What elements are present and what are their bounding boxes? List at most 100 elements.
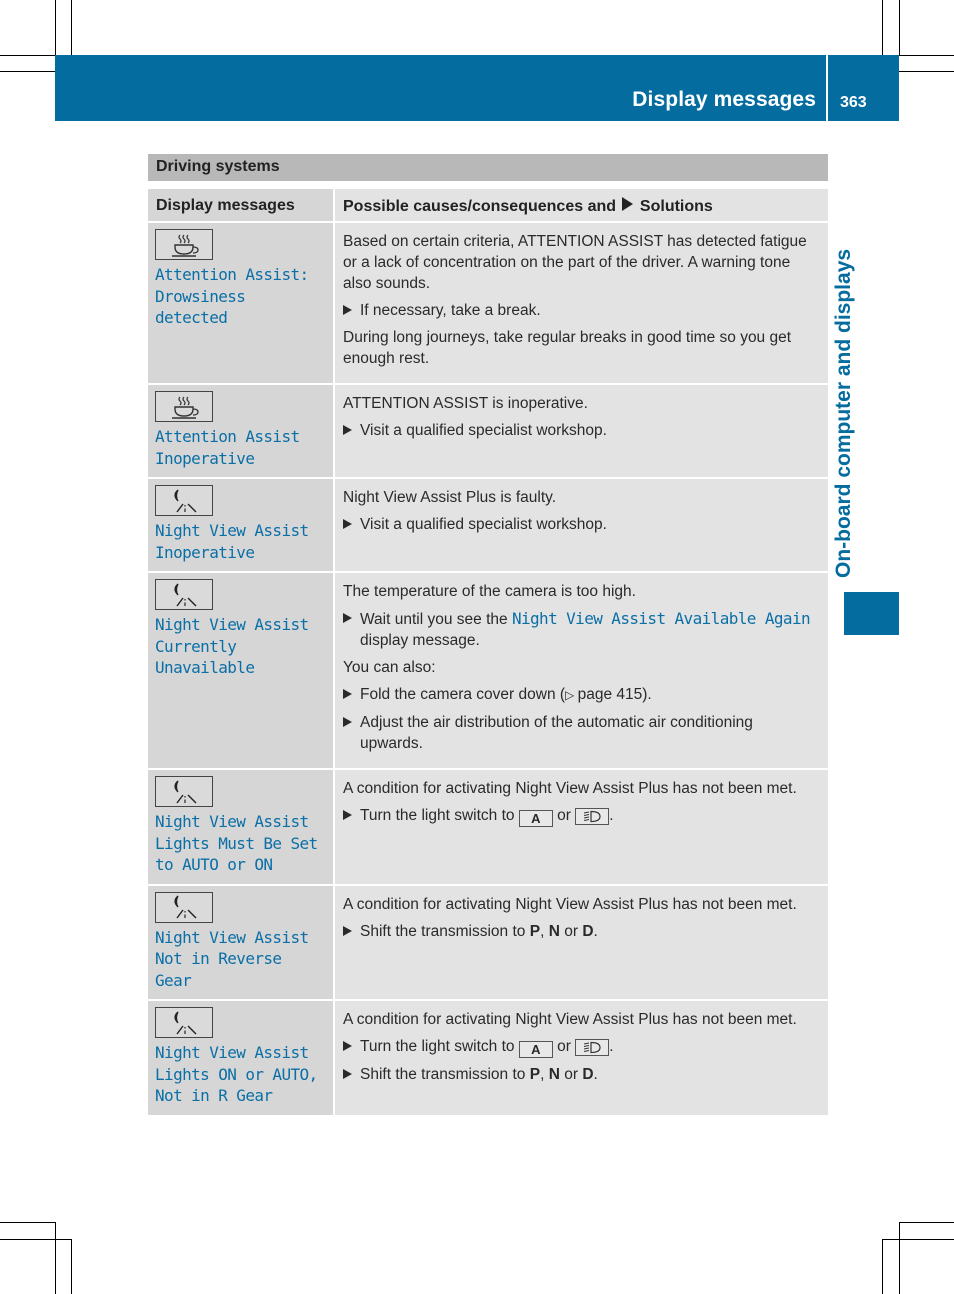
solution-arrow-icon <box>343 613 352 623</box>
gear-d: D <box>582 1066 594 1083</box>
display-message-text: Attention Assist: Drowsiness detected <box>155 265 309 327</box>
page-number: 363 <box>840 94 867 111</box>
column-header-display-messages: Display messages <box>148 189 335 223</box>
crop-mark <box>71 0 72 55</box>
causes-solutions-cell: Based on certain criteria, ATTENTION ASS… <box>334 222 828 385</box>
crop-mark <box>0 1222 55 1223</box>
solution-text: Wait until you see the <box>360 611 508 628</box>
solution-step: Visit a qualified specialist workshop. <box>343 420 820 441</box>
crop-mark <box>899 55 954 56</box>
solution-step: Wait until you see the Night View Assist… <box>343 608 820 651</box>
column-header-causes-solutions: Possible causes/consequences and Solutio… <box>334 189 828 223</box>
solution-text: ). <box>642 686 652 703</box>
display-messages-table: Display messages Possible causes/consequ… <box>148 189 828 1117</box>
display-message-text: Night View Assist Lights Must Be Set to … <box>155 812 318 874</box>
cause-text: Based on certain criteria, ATTENTION ASS… <box>343 233 807 292</box>
light-switch-auto-icon: A <box>518 810 553 827</box>
gear-p: P <box>529 1066 541 1083</box>
section-title: Driving systems <box>148 154 828 181</box>
crop-mark <box>55 0 56 55</box>
display-message-cell: Night View Assist Lights Must Be Set to … <box>148 769 335 886</box>
causes-solutions-cell: ATTENTION ASSIST is inoperative. Visit a … <box>334 384 828 479</box>
solution-arrow-icon <box>343 925 352 936</box>
display-message-cell: Night View Assist Not in Reverse Gear <box>148 884 335 1001</box>
low-beam-headlamp-icon <box>575 808 610 825</box>
table-row: Night View Assist Lights Must Be Set to … <box>148 769 828 886</box>
solution-arrow-icon <box>343 519 352 529</box>
crop-mark <box>0 1239 71 1240</box>
table-row: Night View Assist Inoperative Night View … <box>148 478 828 573</box>
table-row: Night View Assist Not in Reverse Gear A c… <box>148 884 828 1001</box>
gear-p: P <box>529 922 541 940</box>
gear-n: N <box>548 1066 560 1083</box>
solution-arrow-icon <box>343 1069 352 1079</box>
chapter-tab-marker[interactable] <box>844 592 899 635</box>
crop-mark <box>882 0 883 55</box>
solution-step: Adjust the air distribution of the autom… <box>343 712 820 754</box>
solution-arrow-icon <box>343 810 352 820</box>
solution-text: Turn the light switch to <box>360 1038 515 1055</box>
solution-text: Fold the camera cover down ( <box>360 686 566 703</box>
solution-text: Shift the transmission to <box>360 1066 526 1083</box>
crop-mark <box>882 1239 954 1240</box>
night-view-icon <box>155 891 213 923</box>
solution-step: Visit a qualified specialist workshop. <box>343 514 820 535</box>
crop-mark <box>899 71 954 72</box>
display-message-text: Night View Assist Currently Unavailable <box>155 615 309 677</box>
cause-text: The temperature of the camera is too hig… <box>343 583 636 600</box>
coffee-cup-icon <box>155 391 213 422</box>
light-switch-auto-icon: A <box>518 1041 553 1058</box>
cause-text: A condition for activating Night View As… <box>343 895 797 913</box>
display-message-cell: Attention Assist: Drowsiness detected <box>148 222 335 385</box>
solution-step: If necessary, take a break. <box>343 300 820 321</box>
low-beam-headlamp-icon <box>575 1039 610 1056</box>
crop-mark <box>0 55 55 56</box>
solution-text: or <box>557 1038 571 1055</box>
solution-arrow-icon <box>343 305 352 315</box>
solution-arrow-icon <box>343 717 352 727</box>
causes-solutions-cell: A condition for activating Night View As… <box>334 1000 828 1117</box>
solution-text: If necessary, take a break. <box>360 302 541 319</box>
table-row: Attention Assist: Drowsiness detected Bas… <box>148 222 828 385</box>
causes-solutions-cell: The temperature of the camera is too hig… <box>334 572 828 770</box>
page-reference-arrow-icon: ▷ <box>565 688 578 702</box>
page-title: Display messages <box>632 88 816 111</box>
night-view-icon <box>155 776 213 807</box>
solution-step: Turn the light switch to A or . <box>343 1036 820 1058</box>
display-message-text: Attention Assist Inoperative <box>155 427 300 468</box>
night-view-icon <box>155 485 213 516</box>
causes-solutions-cell: A condition for activating Night View As… <box>334 769 828 886</box>
solution-arrow-icon <box>343 425 352 435</box>
solution-text: Shift the transmission to <box>360 922 526 940</box>
crop-mark <box>899 1222 954 1223</box>
header-divider <box>826 55 828 121</box>
solution-text: display message. <box>360 632 480 649</box>
gear-d: D <box>582 922 594 940</box>
solution-arrow-icon <box>622 197 634 211</box>
display-message-text: Night View Assist Inoperative <box>155 521 309 562</box>
solution-arrow-icon <box>343 689 352 699</box>
solution-text: Visit a qualified specialist workshop. <box>360 422 607 439</box>
cause-text: Night View Assist Plus is faulty. <box>343 489 557 506</box>
solution-text: Visit a qualified specialist workshop. <box>360 516 607 533</box>
crop-mark <box>899 1222 900 1294</box>
display-message-text: Night View Assist Lights ON or AUTO, Not… <box>155 1043 318 1105</box>
table-header-row: Display messages Possible causes/consequ… <box>148 189 828 223</box>
solution-text: . <box>609 807 614 824</box>
cause-text: A condition for activating Night View As… <box>343 1011 797 1028</box>
night-view-icon <box>155 579 213 610</box>
table-row: Night View Assist Lights ON or AUTO, Not… <box>148 1000 828 1117</box>
crop-mark <box>55 1222 56 1294</box>
page-reference-link[interactable]: page 415 <box>578 686 643 703</box>
display-message-text: Night View Assist Not in Reverse Gear <box>155 927 309 990</box>
solution-step: Shift the transmission to P, N or D. <box>343 921 820 942</box>
solution-text: . <box>609 1038 614 1055</box>
solution-text: or <box>557 807 571 824</box>
crop-mark <box>882 1239 883 1294</box>
column-header-causes-text: Possible causes/consequences and <box>343 198 617 215</box>
display-message-cell: Night View Assist Lights ON or AUTO, Not… <box>148 1000 335 1117</box>
coffee-cup-icon <box>155 229 213 260</box>
gear-n: N <box>548 922 560 940</box>
column-header-solutions-text: Solutions <box>639 198 713 215</box>
cause-text: A condition for activating Night View As… <box>343 780 797 797</box>
